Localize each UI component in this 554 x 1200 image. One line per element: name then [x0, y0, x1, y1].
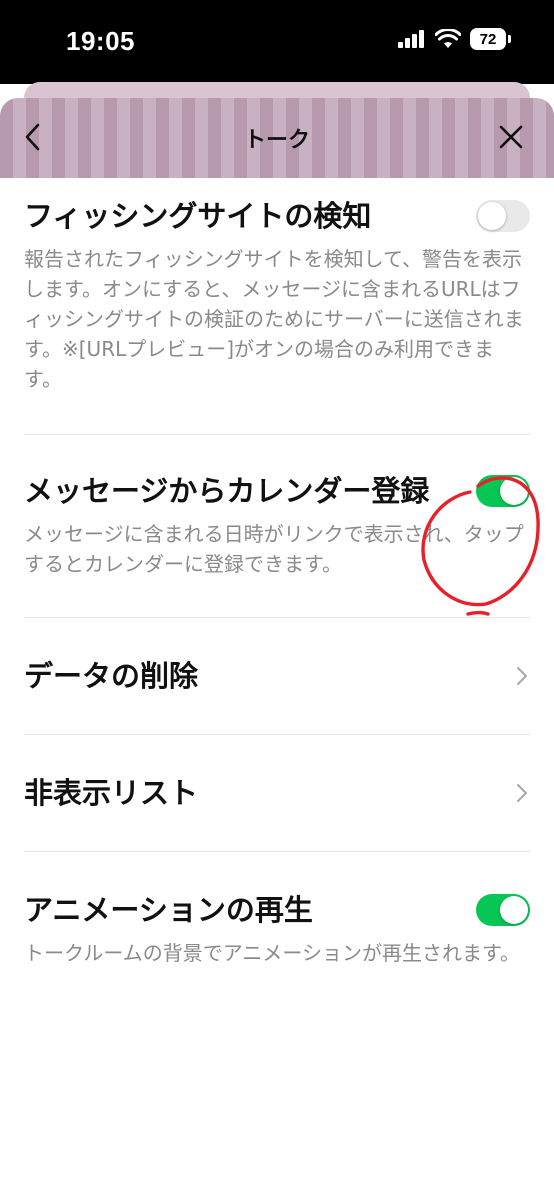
toggle-knob: [500, 477, 528, 505]
status-icons: 72: [398, 28, 511, 50]
setting-delete-data-title: データの削除: [24, 659, 199, 693]
setting-hidden-list-title: 非表示リスト: [24, 776, 199, 810]
cellular-signal-icon: [398, 30, 424, 48]
page-title: トーク: [243, 128, 310, 153]
setting-calendar-description: メッセージに含まれる日時がリンクで表示され、タップするとカレンダーに登録できます…: [24, 522, 524, 576]
setting-calendar-title: メッセージからカレンダー登録: [24, 474, 430, 508]
animation-toggle[interactable]: [476, 894, 530, 926]
battery-icon: 72: [470, 28, 511, 50]
setting-delete-data[interactable]: データの削除: [24, 618, 530, 734]
toggle-knob: [500, 896, 528, 924]
nav-bar: トーク: [0, 98, 554, 178]
close-icon[interactable]: [498, 124, 524, 150]
setting-calendar: メッセージからカレンダー登録 メッセージに含まれる日時がリンクで表示され、タップ…: [24, 435, 530, 617]
wifi-icon: [435, 29, 461, 48]
toggle-knob: [478, 202, 506, 230]
status-time: 19:05: [66, 26, 135, 56]
setting-animation-description: トークルームの背景でアニメーションが再生されます。: [24, 941, 520, 965]
setting-animation-title: アニメーションの再生: [24, 893, 313, 927]
setting-hidden-list[interactable]: 非表示リスト: [24, 735, 530, 851]
setting-animation: アニメーションの再生 トークルームの背景でアニメーションが再生されます。: [24, 852, 530, 998]
chevron-right-icon: [517, 667, 527, 685]
battery-level: 72: [479, 30, 497, 48]
setting-phishing-description: 報告されたフィッシングサイトを検知して、警告を表示します。オンにすると、メッセー…: [24, 247, 524, 391]
settings-list: フィッシングサイトの検知 報告されたフィッシングサイトを検知して、警告を表示しま…: [0, 178, 554, 998]
setting-phishing: フィッシングサイトの検知 報告されたフィッシングサイトを検知して、警告を表示しま…: [24, 178, 530, 434]
setting-phishing-title: フィッシングサイトの検知: [24, 199, 372, 233]
calendar-toggle[interactable]: [476, 475, 530, 507]
chevron-right-icon: [517, 784, 527, 802]
phishing-toggle[interactable]: [476, 200, 530, 232]
status-bar: 19:05 72: [0, 0, 554, 84]
